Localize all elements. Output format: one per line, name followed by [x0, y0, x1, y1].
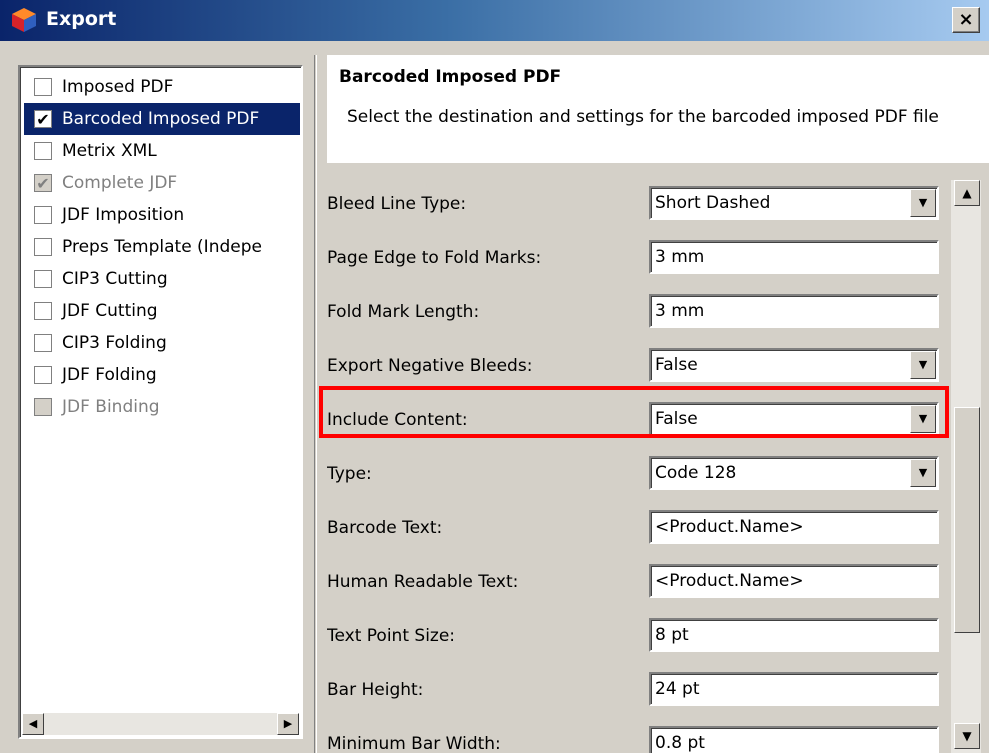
- splitter[interactable]: [314, 55, 317, 753]
- list-item[interactable]: JDF Binding: [24, 391, 300, 423]
- checkbox[interactable]: [34, 142, 52, 160]
- list-item[interactable]: JDF Folding: [24, 359, 300, 391]
- list-horizontal-scrollbar[interactable]: ◀ ▶: [22, 713, 299, 735]
- property-label: Fold Mark Length:: [327, 302, 480, 322]
- property-value: Short Dashed: [655, 193, 771, 213]
- checkbox: [34, 398, 52, 416]
- scroll-left-icon: ◀: [28, 717, 38, 730]
- scroll-down-button[interactable]: ▼: [954, 723, 980, 749]
- checkbox[interactable]: [34, 302, 52, 320]
- list-item-label: JDF Folding: [62, 365, 157, 385]
- close-button[interactable]: ×: [952, 7, 980, 33]
- checkbox[interactable]: [34, 366, 52, 384]
- list-item[interactable]: CIP3 Cutting: [24, 263, 300, 295]
- property-value: 0.8 pt: [655, 733, 705, 753]
- property-label: Barcode Text:: [327, 518, 443, 538]
- property-input[interactable]: <Product.Name>: [649, 510, 939, 544]
- property-label: Page Edge to Fold Marks:: [327, 248, 542, 268]
- list-item-label: Metrix XML: [62, 141, 157, 161]
- property-label: Text Point Size:: [327, 626, 456, 646]
- property-label: Bar Height:: [327, 680, 424, 700]
- list-item-label: Complete JDF: [62, 173, 178, 193]
- list-item-label: JDF Imposition: [62, 205, 185, 225]
- title-bar[interactable]: Export ×: [0, 0, 989, 41]
- property-label: Human Readable Text:: [327, 572, 519, 592]
- property-scrollbar[interactable]: ▲ ▼: [951, 180, 981, 753]
- property-value: 8 pt: [655, 625, 689, 645]
- list-item[interactable]: JDF Imposition: [24, 199, 300, 231]
- list-item-label: Barcoded Imposed PDF: [62, 109, 260, 129]
- cube-icon: [12, 8, 36, 32]
- checkbox[interactable]: [34, 334, 52, 352]
- checkbox: ✔: [34, 173, 52, 193]
- list-item[interactable]: CIP3 Folding: [24, 327, 300, 359]
- checkbox[interactable]: [34, 78, 52, 96]
- property-dropdown[interactable]: False ▼: [649, 348, 939, 382]
- scroll-up-button[interactable]: ▲: [954, 180, 980, 206]
- window-title: Export: [46, 8, 117, 30]
- property-label: Export Negative Bleeds:: [327, 356, 533, 376]
- list-item-label: CIP3 Cutting: [62, 269, 168, 289]
- property-value: 3 mm: [655, 247, 705, 267]
- property-label: Minimum Bar Width:: [327, 734, 501, 753]
- export-dialog: Export × ◀ ▶ Imposed PDF ✔ Barcoded Impose…: [0, 0, 989, 753]
- chevron-down-icon: ▼: [918, 466, 928, 479]
- dropdown-button[interactable]: ▼: [910, 351, 936, 379]
- scroll-down-icon: ▼: [962, 729, 972, 743]
- property-dropdown[interactable]: Short Dashed ▼: [649, 186, 939, 220]
- property-grid: Bleed Line Type: Short Dashed ▼ Page Edge t…: [327, 172, 949, 753]
- export-type-list[interactable]: ◀ ▶ Imposed PDF ✔ Barcoded Imposed PDF Metr…: [18, 65, 303, 739]
- property-input[interactable]: 0.8 pt: [649, 726, 939, 753]
- checkbox[interactable]: ✔: [34, 109, 52, 129]
- property-value: <Product.Name>: [655, 571, 804, 591]
- check-icon: ✔: [36, 109, 50, 129]
- property-value: 24 pt: [655, 679, 700, 699]
- list-item-label: JDF Binding: [62, 397, 160, 417]
- checkbox[interactable]: [34, 270, 52, 288]
- list-item-label: JDF Cutting: [62, 301, 158, 321]
- property-label: Type:: [327, 464, 372, 484]
- scroll-thumb[interactable]: [954, 407, 980, 633]
- list-item[interactable]: Metrix XML: [24, 135, 300, 167]
- close-icon: ×: [958, 9, 974, 30]
- property-input[interactable]: <Product.Name>: [649, 564, 939, 598]
- property-input[interactable]: 3 mm: [649, 294, 939, 328]
- chevron-down-icon: ▼: [918, 196, 928, 209]
- header-panel: Barcoded Imposed PDF Select the destinat…: [327, 55, 989, 163]
- list-item-label: Imposed PDF: [62, 77, 174, 97]
- checkbox[interactable]: [34, 206, 52, 224]
- chevron-down-icon: ▼: [918, 358, 928, 371]
- property-label: Bleed Line Type:: [327, 194, 467, 214]
- scroll-left-button[interactable]: ◀: [22, 713, 44, 735]
- scroll-up-icon: ▲: [962, 186, 972, 200]
- page-description: Select the destination and settings for …: [347, 107, 939, 127]
- check-icon: ✔: [36, 173, 50, 193]
- property-input[interactable]: 8 pt: [649, 618, 939, 652]
- page-title: Barcoded Imposed PDF: [339, 67, 562, 87]
- list-item[interactable]: ✔ Complete JDF: [24, 167, 300, 199]
- dropdown-button[interactable]: ▼: [910, 189, 936, 217]
- property-value: False: [655, 355, 698, 375]
- property-dropdown[interactable]: Code 128 ▼: [649, 456, 939, 490]
- list-item[interactable]: Preps Template (Indepe: [24, 231, 300, 263]
- property-value: <Product.Name>: [655, 517, 804, 537]
- list-item-label: CIP3 Folding: [62, 333, 167, 353]
- property-input[interactable]: 24 pt: [649, 672, 939, 706]
- highlight-box: [319, 386, 949, 438]
- dropdown-button[interactable]: ▼: [910, 459, 936, 487]
- list-item[interactable]: ✔ Barcoded Imposed PDF: [24, 103, 300, 135]
- list-item[interactable]: JDF Cutting: [24, 295, 300, 327]
- checkbox[interactable]: [34, 238, 52, 256]
- list-item-label: Preps Template (Indepe: [62, 237, 262, 257]
- property-value: Code 128: [655, 463, 737, 483]
- scroll-right-button[interactable]: ▶: [277, 713, 299, 735]
- scroll-right-icon: ▶: [283, 717, 293, 730]
- list-item[interactable]: Imposed PDF: [24, 71, 300, 103]
- property-input[interactable]: 3 mm: [649, 240, 939, 274]
- property-value: 3 mm: [655, 301, 705, 321]
